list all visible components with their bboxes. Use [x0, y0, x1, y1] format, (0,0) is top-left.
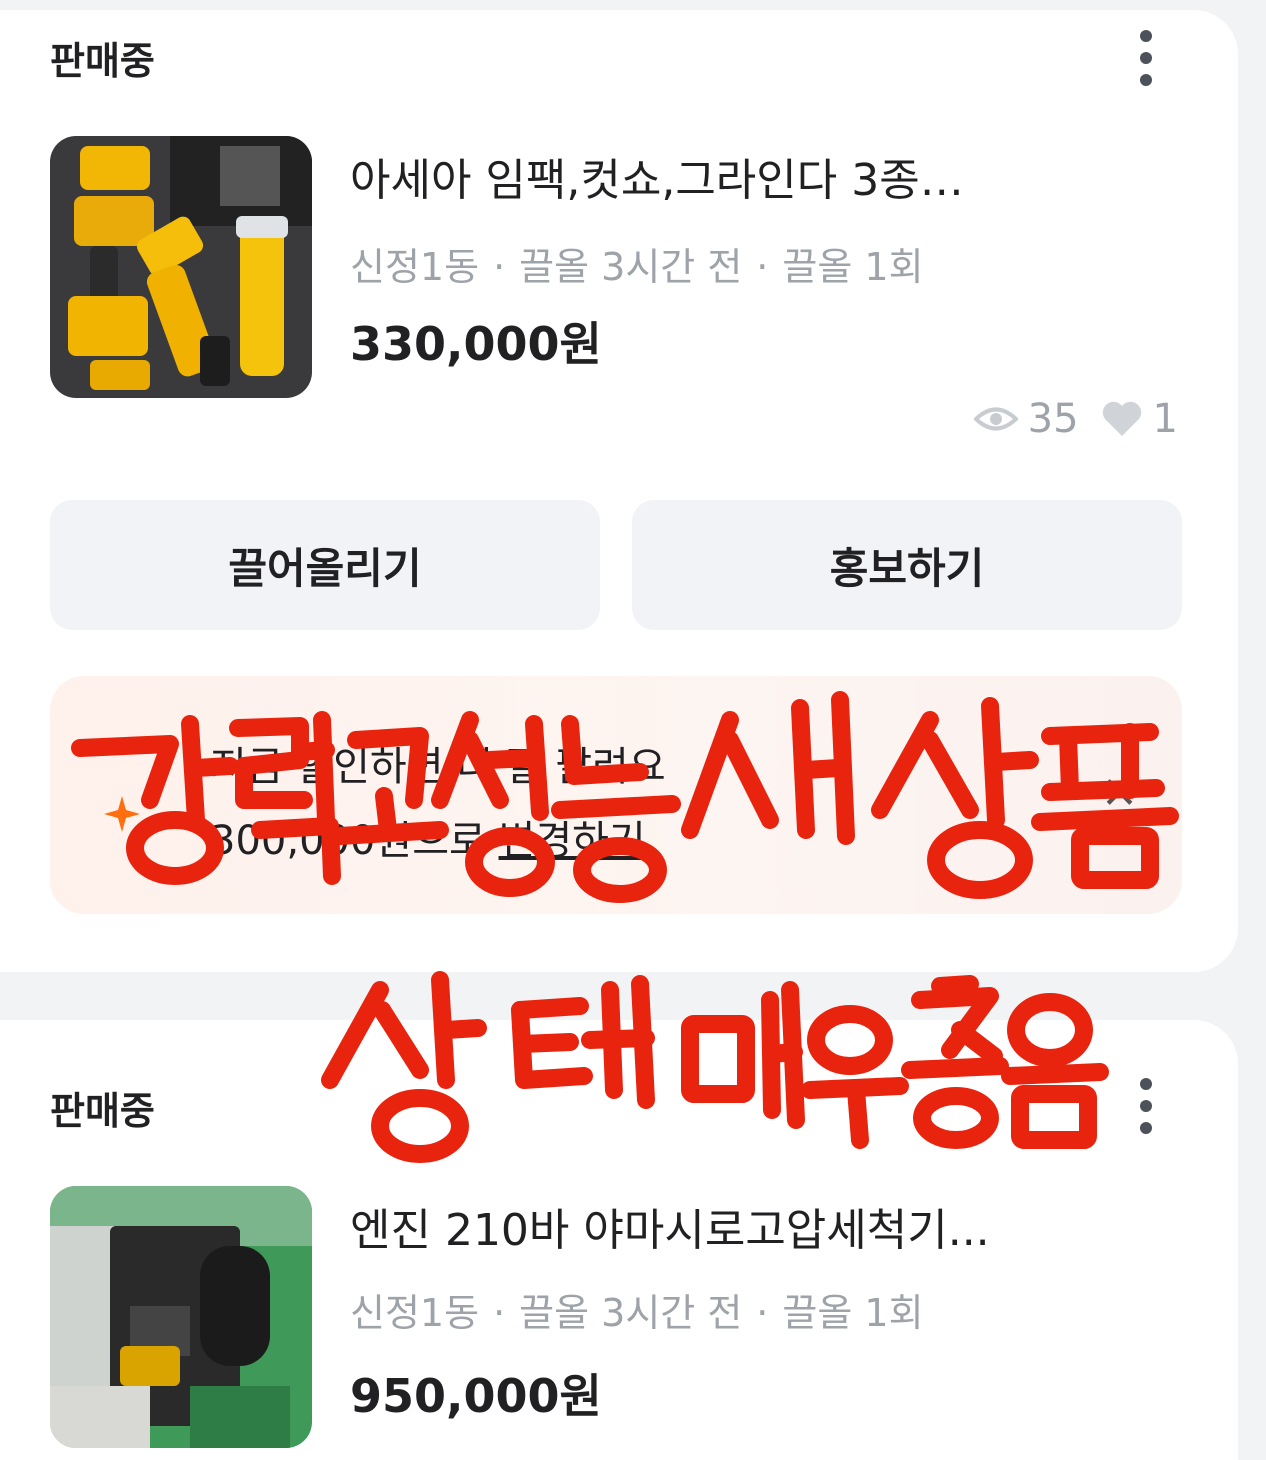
listing-title[interactable]: 엔진 210바 야마시로고압세척기... — [350, 1194, 990, 1258]
listing-stats: 35 1 — [973, 396, 1178, 442]
more-options-icon[interactable] — [1136, 1078, 1156, 1134]
listing-thumbnail[interactable] — [50, 136, 312, 398]
eye-icon — [973, 407, 1018, 431]
listing-meta: 신정1동 · 끌올 3시간 전 · 끌올 1회 — [350, 236, 924, 291]
like-count: 1 — [1152, 396, 1178, 442]
price-suggestion-banner: 지금 할인하면 더 잘 팔려요 300,000원으로 변경하기 ✕ — [50, 676, 1182, 914]
sparkle-icon — [104, 796, 140, 832]
promo-title: 지금 할인하면 더 잘 팔려요 — [210, 744, 666, 790]
listing-thumbnail[interactable] — [50, 1186, 312, 1448]
power-tools-photo — [50, 136, 312, 398]
meta-separator: · — [756, 1291, 769, 1335]
pressure-washer-photo — [50, 1186, 312, 1448]
meta-separator: · — [756, 245, 769, 289]
listing-price: 950,000원 — [350, 1369, 602, 1423]
listing-card-2[interactable]: 판매중 엔진 210바 야마시로고압세척기... 신정1동 · 끌올 3시간 전 · 끌… — [0, 1020, 1238, 1460]
listing-meta: 신정1동 · 끌올 3시간 전 · 끌올 1회 — [350, 1282, 924, 1337]
listing-location: 신정1동 — [350, 1291, 480, 1335]
listing-bump-time: 끌올 3시간 전 — [519, 245, 743, 289]
meta-separator: · — [493, 1291, 506, 1335]
promote-button[interactable]: 홍보하기 — [632, 500, 1182, 630]
listing-price: 330,000원 — [350, 317, 602, 371]
heart-icon — [1102, 401, 1141, 436]
listing-bump-count: 끌올 1회 — [782, 245, 924, 289]
listing-bump-time: 끌올 3시간 전 — [519, 1291, 743, 1335]
listing-card-1[interactable]: 판매중 아세아 임팩,컷쇼,그라인다 3종… 신정1동 · 끌올 3시간 전 · 끌올 … — [0, 10, 1238, 972]
promo-price: 300,000원으로 — [210, 818, 486, 864]
listing-location: 신정1동 — [350, 245, 480, 289]
promo-suggestion: 300,000원으로 변경하기 — [210, 808, 646, 866]
bump-button[interactable]: 끌어올리기 — [50, 500, 600, 630]
listing-bump-count: 끌올 1회 — [782, 1291, 924, 1335]
listing-status: 판매중 — [50, 1089, 155, 1133]
view-count: 35 — [1027, 396, 1079, 442]
more-options-icon[interactable] — [1136, 30, 1156, 86]
listing-title[interactable]: 아세아 임팩,컷쇼,그라인다 3종… — [350, 144, 964, 208]
change-price-link[interactable]: 변경하기 — [499, 818, 646, 864]
close-icon[interactable]: ✕ — [1101, 768, 1138, 819]
listing-status: 판매중 — [50, 39, 155, 83]
meta-separator: · — [493, 245, 506, 289]
